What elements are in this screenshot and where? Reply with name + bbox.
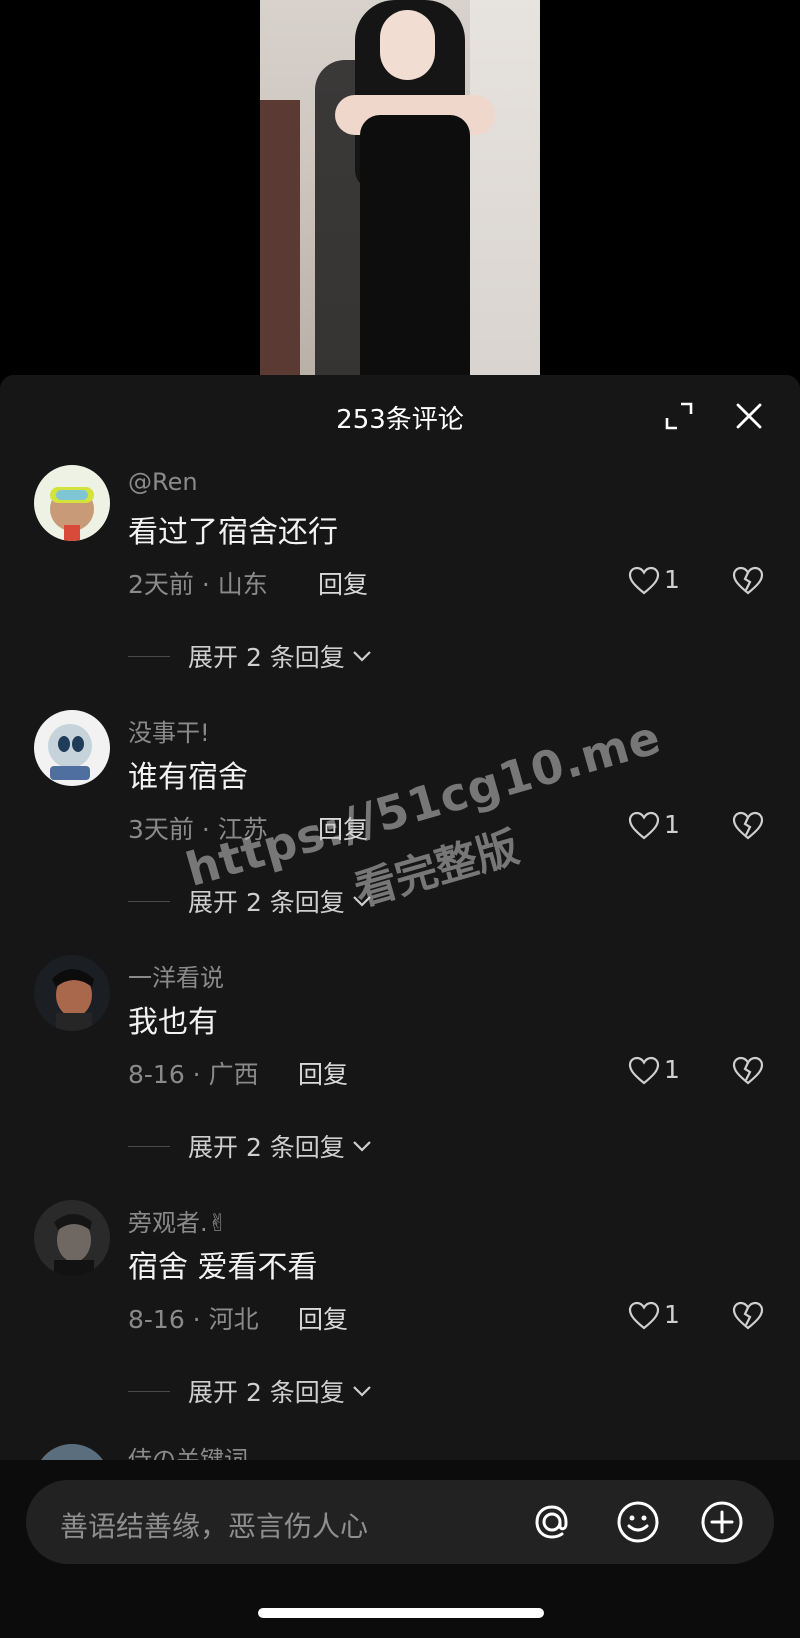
comment-username[interactable]: @Ren	[128, 468, 198, 496]
comment-meta: 2天前 · 山东	[128, 570, 268, 599]
comment-item: @Ren 看过了宿舍还行 2天前 · 山东 回复 1 展开 2 条回复	[0, 465, 800, 710]
expand-replies-label: 展开 2 条回复	[188, 1378, 345, 1407]
like-count: 1	[664, 565, 680, 594]
comment-input[interactable]: 善语结善缘，恶言伤人心	[26, 1480, 774, 1564]
expand-replies-label: 展开 2 条回复	[188, 1133, 345, 1162]
comment-item: 一洋看说 我也有 8-16 · 广西 回复 1 展开 2 条回复	[0, 955, 800, 1200]
mention-icon[interactable]	[528, 1498, 576, 1546]
avatar[interactable]	[34, 1200, 110, 1276]
comment-text: 谁有宿舍	[128, 760, 248, 795]
expand-replies-button[interactable]: 展开 2 条回复	[128, 885, 373, 917]
comment-username[interactable]: 侍の关键词	[128, 1440, 248, 1460]
broken-heart-icon[interactable]	[732, 811, 764, 841]
comment-text: 我也有	[128, 1005, 218, 1040]
chevron-down-icon	[353, 651, 371, 662]
chevron-down-icon	[353, 1141, 371, 1152]
home-indicator[interactable]	[258, 1608, 544, 1618]
video-preview[interactable]	[0, 0, 800, 375]
avatar[interactable]	[34, 1444, 110, 1460]
reply-button[interactable]: 回复	[298, 1055, 348, 1091]
video-thumbnail[interactable]	[260, 0, 540, 375]
like-count: 1	[664, 810, 680, 839]
expand-replies-label: 展开 2 条回复	[188, 643, 345, 672]
reply-button[interactable]: 回复	[298, 1300, 348, 1336]
avatar[interactable]	[34, 955, 110, 1031]
comment-item: 旁观者.✌ 宿舍 爱看不看 8-16 · 河北 回复 1 展开 2 条回复	[0, 1200, 800, 1445]
comment-meta: 3天前 · 江苏	[128, 815, 268, 844]
comment-meta: 8-16 · 河北	[128, 1305, 259, 1334]
broken-heart-icon[interactable]	[732, 1056, 764, 1086]
like-count: 1	[664, 1300, 680, 1329]
avatar[interactable]	[34, 710, 110, 786]
avatar[interactable]	[34, 465, 110, 541]
heart-icon[interactable]	[628, 1056, 660, 1086]
like-count: 1	[664, 1055, 680, 1084]
comment-username[interactable]: 一洋看说	[128, 958, 224, 993]
comment-username[interactable]: 旁观者.✌	[128, 1203, 228, 1238]
comment-item: 没事干! 谁有宿舍 3天前 · 江苏 回复 1 展开 2 条回复	[0, 710, 800, 955]
expand-replies-button[interactable]: 展开 2 条回复	[128, 1375, 373, 1407]
broken-heart-icon[interactable]	[732, 1301, 764, 1331]
reply-button[interactable]: 回复	[318, 810, 368, 846]
comment-text: 看过了宿舍还行	[128, 515, 338, 550]
broken-heart-icon[interactable]	[732, 566, 764, 596]
partial-comment-item: 侍の关键词	[0, 1438, 800, 1460]
comment-input-bar: 善语结善缘，恶言伤人心	[0, 1460, 800, 1638]
heart-icon[interactable]	[628, 566, 660, 596]
comment-input-placeholder: 善语结善缘，恶言伤人心	[60, 1510, 369, 1543]
comment-text: 宿舍 爱看不看	[128, 1250, 318, 1285]
chevron-down-icon	[353, 896, 371, 907]
heart-icon[interactable]	[628, 811, 660, 841]
comment-username[interactable]: 没事干!	[128, 713, 210, 748]
expand-replies-button[interactable]: 展开 2 条回复	[128, 640, 373, 672]
chevron-down-icon	[353, 1386, 371, 1397]
heart-icon[interactable]	[628, 1301, 660, 1331]
comment-meta: 8-16 · 广西	[128, 1060, 259, 1089]
comment-sheet: 253条评论 @Ren 看过了宿舍还行 2天前 · 山东 回复 1 展开 2 条…	[0, 375, 800, 1638]
expand-replies-button[interactable]: 展开 2 条回复	[128, 1130, 373, 1162]
fullscreen-icon[interactable]	[664, 401, 694, 431]
emoji-icon[interactable]	[614, 1498, 662, 1546]
add-icon[interactable]	[698, 1498, 746, 1546]
expand-replies-label: 展开 2 条回复	[188, 888, 345, 917]
sheet-header: 253条评论	[0, 375, 800, 459]
reply-button[interactable]: 回复	[318, 565, 368, 601]
close-icon[interactable]	[732, 399, 766, 433]
